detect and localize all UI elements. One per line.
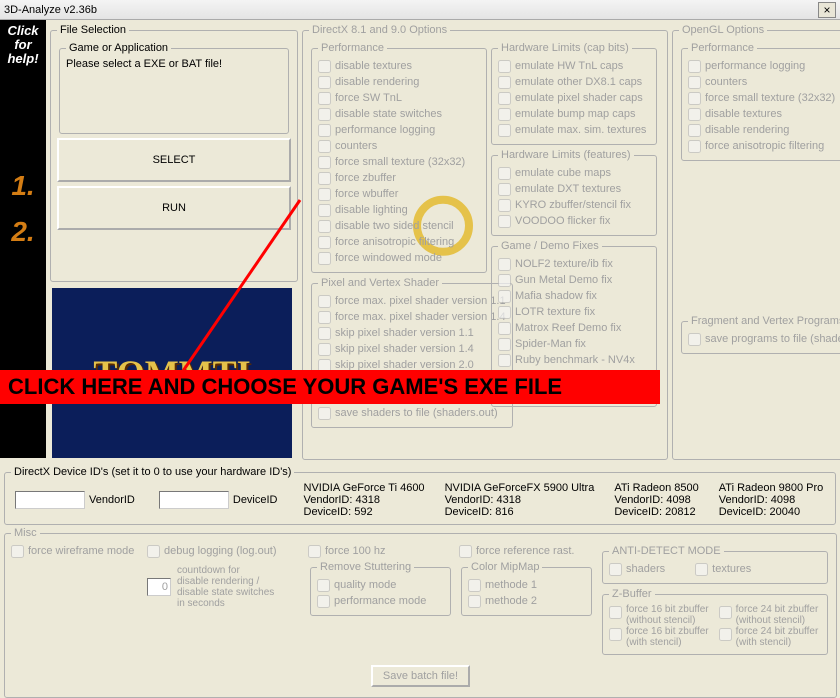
dx-gamefix-legend: Game / Demo Fixes: [498, 240, 602, 252]
countdown-label: countdown for disable rendering / disabl…: [177, 565, 274, 609]
close-button[interactable]: ×: [818, 2, 836, 18]
step-1-marker: 1.: [0, 170, 46, 202]
dx-hwcaps-group: Hardware Limits (cap bits) emulate HW Tn…: [491, 42, 657, 145]
vendor-id-label: VendorID: [89, 494, 135, 506]
chk-ad-shaders[interactable]: shaders: [609, 561, 665, 577]
annotation-arrow: [170, 170, 470, 400]
device-ids-group: DirectX Device ID's (set it to 0 to use …: [4, 466, 836, 525]
device-id-label: DeviceID: [233, 494, 278, 506]
color-mipmap-legend: Color MipMap: [468, 561, 542, 573]
ogl-performance-group: Performance performance logging counters…: [681, 42, 840, 161]
chk-emu-bump[interactable]: emulate bump map caps: [498, 106, 650, 122]
chk-spiderman[interactable]: Spider-Man fix: [498, 336, 650, 352]
anti-detect-group: ANTI-DETECT MODE shaders textures: [602, 545, 828, 584]
annotation-banner: CLICK HERE AND CHOOSE YOUR GAME'S EXE FI…: [0, 370, 660, 404]
chk-quality-mode[interactable]: quality mode: [317, 577, 444, 593]
countdown-input[interactable]: [147, 578, 171, 596]
chk-emu-other-dx81[interactable]: emulate other DX8.1 caps: [498, 74, 650, 90]
chk-disable-rendering[interactable]: disable rendering: [318, 74, 480, 90]
dx-hwfeat-group: Hardware Limits (features) emulate cube …: [491, 149, 657, 236]
card-info-0: NVIDIA GeForce Ti 4600 VendorID: 4318 De…: [304, 482, 425, 518]
ogl-performance-legend: Performance: [688, 42, 757, 54]
chk-ruby-nv4x[interactable]: Ruby benchmark - NV4x: [498, 352, 650, 368]
ogl-options-group: OpenGL Options Performance performance l…: [672, 24, 840, 460]
chk-force-sw-tnl[interactable]: force SW TnL: [318, 90, 480, 106]
chk-debug-logging[interactable]: debug logging (log.out): [147, 543, 302, 559]
chk-disable-state-switches[interactable]: disable state switches: [318, 106, 480, 122]
device-id-input[interactable]: [159, 491, 229, 509]
game-or-application-group: Game or Application Please select a EXE …: [59, 42, 289, 134]
titlebar: 3D-Analyze v2.36b ×: [0, 0, 840, 20]
ogl-fvp-group: Fragment and Vertex Programs save progra…: [681, 315, 840, 354]
chk-z24-stencil[interactable]: force 24 bit zbuffer (with stencil): [719, 626, 819, 648]
dx-performance-legend: Performance: [318, 42, 387, 54]
chk-emu-ps-caps[interactable]: emulate pixel shader caps: [498, 90, 650, 106]
chk-nolf2[interactable]: NOLF2 texture/ib fix: [498, 256, 650, 272]
chk-perf-logging[interactable]: performance logging: [318, 122, 480, 138]
chk-save-shaders[interactable]: save shaders to file (shaders.out): [318, 405, 506, 421]
card-info-3: ATi Radeon 9800 Pro VendorID: 4098 Devic…: [719, 482, 824, 518]
save-batch-button[interactable]: Save batch file!: [371, 665, 470, 687]
chk-emu-dxt[interactable]: emulate DXT textures: [498, 181, 650, 197]
ogl-options-legend: OpenGL Options: [679, 24, 767, 36]
remove-stutter-group: Remove Stuttering quality mode performan…: [310, 561, 451, 616]
step-2-marker: 2.: [0, 216, 46, 248]
chk-method1[interactable]: methode 1: [468, 577, 585, 593]
color-mipmap-group: Color MipMap methode 1 methode 2: [461, 561, 592, 616]
chk-force-100hz[interactable]: force 100 hz: [308, 543, 453, 559]
card-info-2: ATi Radeon 8500 VendorID: 4098 DeviceID:…: [614, 482, 698, 518]
vendor-id-input[interactable]: [15, 491, 85, 509]
chk-emu-hw-tnl[interactable]: emulate HW TnL caps: [498, 58, 650, 74]
chk-disable-textures[interactable]: disable textures: [318, 58, 480, 74]
chk-ogl-disable-rendering[interactable]: disable rendering: [688, 122, 840, 138]
misc-legend: Misc: [11, 527, 40, 539]
chk-matrox-reef[interactable]: Matrox Reef Demo fix: [498, 320, 650, 336]
device-ids-legend: DirectX Device ID's (set it to 0 to use …: [11, 466, 294, 478]
window-title: 3D-Analyze v2.36b: [4, 4, 818, 16]
chk-ad-textures[interactable]: textures: [695, 561, 751, 577]
chk-kyro-fix[interactable]: KYRO zbuffer/stencil fix: [498, 197, 650, 213]
dx-hwcaps-legend: Hardware Limits (cap bits): [498, 42, 632, 54]
dx-options-legend: DirectX 8.1 and 9.0 Options: [309, 24, 450, 36]
ogl-fvp-legend: Fragment and Vertex Programs: [688, 315, 840, 327]
chk-perf-mode[interactable]: performance mode: [317, 593, 444, 609]
anti-detect-legend: ANTI-DETECT MODE: [609, 545, 724, 557]
chk-z16-stencil[interactable]: force 16 bit zbuffer (with stencil): [609, 626, 709, 648]
file-prompt: Please select a EXE or BAT file!: [66, 58, 282, 70]
chk-ogl-counters[interactable]: counters: [688, 74, 840, 90]
chk-ogl-smalltex[interactable]: force small texture (32x32): [688, 90, 840, 106]
zbuffer-legend: Z-Buffer: [609, 588, 655, 600]
chk-gunmetal[interactable]: Gun Metal Demo fix: [498, 272, 650, 288]
chk-ogl-save-programs[interactable]: save programs to file (shaders.out): [688, 331, 840, 347]
chk-z24-nostencil[interactable]: force 24 bit zbuffer (without stencil): [719, 604, 819, 626]
misc-group: Misc force wireframe mode debug logging …: [4, 527, 837, 698]
chk-ogl-aniso[interactable]: force anisotropic filtering: [688, 138, 840, 154]
file-selection-legend: File Selection: [57, 24, 129, 36]
game-or-application-legend: Game or Application: [66, 42, 171, 54]
chk-ogl-disable-textures[interactable]: disable textures: [688, 106, 840, 122]
dx-hwfeat-legend: Hardware Limits (features): [498, 149, 634, 161]
chk-lotr[interactable]: LOTR texture fix: [498, 304, 650, 320]
chk-mafia[interactable]: Mafia shadow fix: [498, 288, 650, 304]
remove-stutter-legend: Remove Stuttering: [317, 561, 414, 573]
chk-voodoo-fix[interactable]: VOODOO flicker fix: [498, 213, 650, 229]
chk-force-small-tex[interactable]: force small texture (32x32): [318, 154, 480, 170]
chk-z16-nostencil[interactable]: force 16 bit zbuffer (without stencil): [609, 604, 709, 626]
chk-ogl-perflog[interactable]: performance logging: [688, 58, 840, 74]
chk-force-wireframe[interactable]: force wireframe mode: [11, 543, 141, 559]
chk-counters[interactable]: counters: [318, 138, 480, 154]
chk-method2[interactable]: methode 2: [468, 593, 585, 609]
chk-emu-max-sim-tex[interactable]: emulate max. sim. textures: [498, 122, 650, 138]
card-info-1: NVIDIA GeForceFX 5900 Ultra VendorID: 43…: [445, 482, 595, 518]
chk-force-refrast[interactable]: force reference rast.: [459, 543, 594, 559]
chk-emu-cubemaps[interactable]: emulate cube maps: [498, 165, 650, 181]
click-for-help[interactable]: Click for help!: [0, 22, 46, 68]
zbuffer-group: Z-Buffer force 16 bit zbuffer (without s…: [602, 588, 828, 655]
